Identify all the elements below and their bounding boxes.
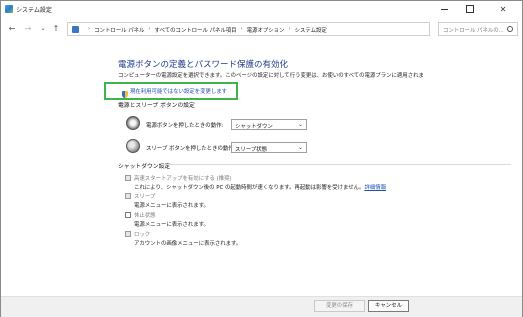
- hibernate-checkbox[interactable]: [125, 212, 131, 218]
- control-panel-icon: [5, 5, 13, 13]
- search-placeholder: コントロール パネルの...: [443, 28, 504, 34]
- page-title: 電源ボタンの定義とパスワード保護の有効化: [118, 60, 289, 70]
- breadcrumb-item[interactable]: コントロール パネル: [94, 26, 144, 34]
- fast-startup-desc: これにより、シャットダウン後の PC の起動時間が速くなります。再起動は影響を受…: [134, 183, 386, 191]
- breadcrumb: › コントロール パネル › すべてのコントロール パネル項目 › 電源オプショ…: [88, 26, 327, 34]
- lock-checkbox[interactable]: [125, 231, 131, 237]
- power-button-icon: [126, 116, 140, 130]
- fast-startup-checkbox[interactable]: [125, 175, 131, 181]
- power-button-value: シャットダウン: [235, 124, 273, 130]
- page-description: コンピューターの電源設定を選択できます。このページの設定に対して行う変更は、お使…: [118, 73, 424, 79]
- save-changes-button[interactable]: 変更の保存: [314, 300, 365, 312]
- sleep-button-icon: [126, 139, 140, 153]
- fast-startup-desc-text: これにより、シャットダウン後の PC の起動時間が速くなります。再起動は影響を受…: [134, 185, 365, 191]
- change-settings-link[interactable]: 現在利用可能ではない設定を変更します: [118, 87, 228, 98]
- back-arrow-icon[interactable]: ←: [7, 24, 17, 34]
- change-settings-link-label: 現在利用可能ではない設定を変更します: [130, 89, 228, 95]
- hibernate-desc: 電源メニューに表示されます。: [134, 222, 209, 228]
- chevron-down-icon: ⌄: [297, 121, 303, 128]
- control-panel-icon: [72, 26, 79, 33]
- power-sleep-section-title: 電源とスリープ ボタンの設定: [118, 103, 195, 109]
- system-settings-window: システム設定 ✕ ← → ⌄ ↑ › コントロール パネル › すべてのコントロ…: [0, 0, 523, 317]
- search-icon: [507, 26, 513, 32]
- breadcrumb-item[interactable]: 電源オプション: [247, 26, 285, 34]
- search-input[interactable]: コントロール パネルの...: [438, 22, 518, 36]
- power-button-select[interactable]: シャットダウン ⌄: [231, 119, 307, 130]
- footer-bar: 変更の保存 キャンセル: [1, 296, 522, 317]
- sleep-button-label: スリープ ボタンを押したときの動作:: [146, 146, 236, 152]
- address-row: ← → ⌄ ↑ › コントロール パネル › すべてのコントロール パネル項目 …: [1, 18, 522, 40]
- sleep-label: スリープ: [134, 194, 156, 200]
- address-bar[interactable]: › コントロール パネル › すべてのコントロール パネル項目 › 電源オプショ…: [67, 22, 495, 36]
- sleep-button-value: スリープ状態: [235, 147, 268, 153]
- up-arrow-icon[interactable]: ↑: [51, 24, 61, 34]
- sleep-button-select[interactable]: スリープ状態 ⌄: [231, 142, 307, 153]
- breadcrumb-item[interactable]: システム設定: [295, 26, 327, 34]
- forward-arrow-icon[interactable]: →: [23, 24, 33, 34]
- recent-locations-chevron-icon[interactable]: ⌄: [38, 24, 48, 34]
- breadcrumb-item[interactable]: すべてのコントロール パネル項目: [155, 26, 237, 34]
- chevron-down-icon: ⌄: [297, 144, 303, 151]
- learn-more-link[interactable]: 詳細情報: [364, 185, 386, 191]
- close-button[interactable]: ✕: [490, 1, 516, 17]
- window-title: システム設定: [16, 7, 52, 14]
- lock-desc: アカウントの画像メニューに表示されます。: [134, 241, 242, 247]
- main-content: 電源ボタンの定義とパスワード保護の有効化 コンピューターの電源設定を選択できます…: [1, 41, 522, 296]
- sleep-desc: 電源メニューに表示されます。: [134, 203, 209, 209]
- power-button-label: 電源ボタンを押したときの動作:: [146, 123, 224, 129]
- sleep-button-row: スリープ ボタンを押したときの動作: スリープ状態 ⌄: [122, 139, 322, 155]
- maximize-button[interactable]: [457, 1, 483, 17]
- lock-label: ロック: [134, 232, 151, 238]
- shutdown-section-title: シャットダウン設定: [118, 164, 171, 170]
- fast-startup-label: 高速スタートアップを有効にする (推奨): [134, 176, 232, 182]
- power-button-row: 電源ボタンを押したときの動作: シャットダウン ⌄: [122, 116, 322, 132]
- section-divider: [161, 164, 511, 165]
- uac-shield-icon: [122, 91, 128, 98]
- minimize-button[interactable]: [431, 1, 457, 17]
- cancel-button[interactable]: キャンセル: [368, 300, 409, 312]
- sleep-checkbox[interactable]: [125, 193, 131, 199]
- hibernate-label: 休止状態: [134, 213, 156, 219]
- title-bar: システム設定 ✕: [1, 1, 522, 17]
